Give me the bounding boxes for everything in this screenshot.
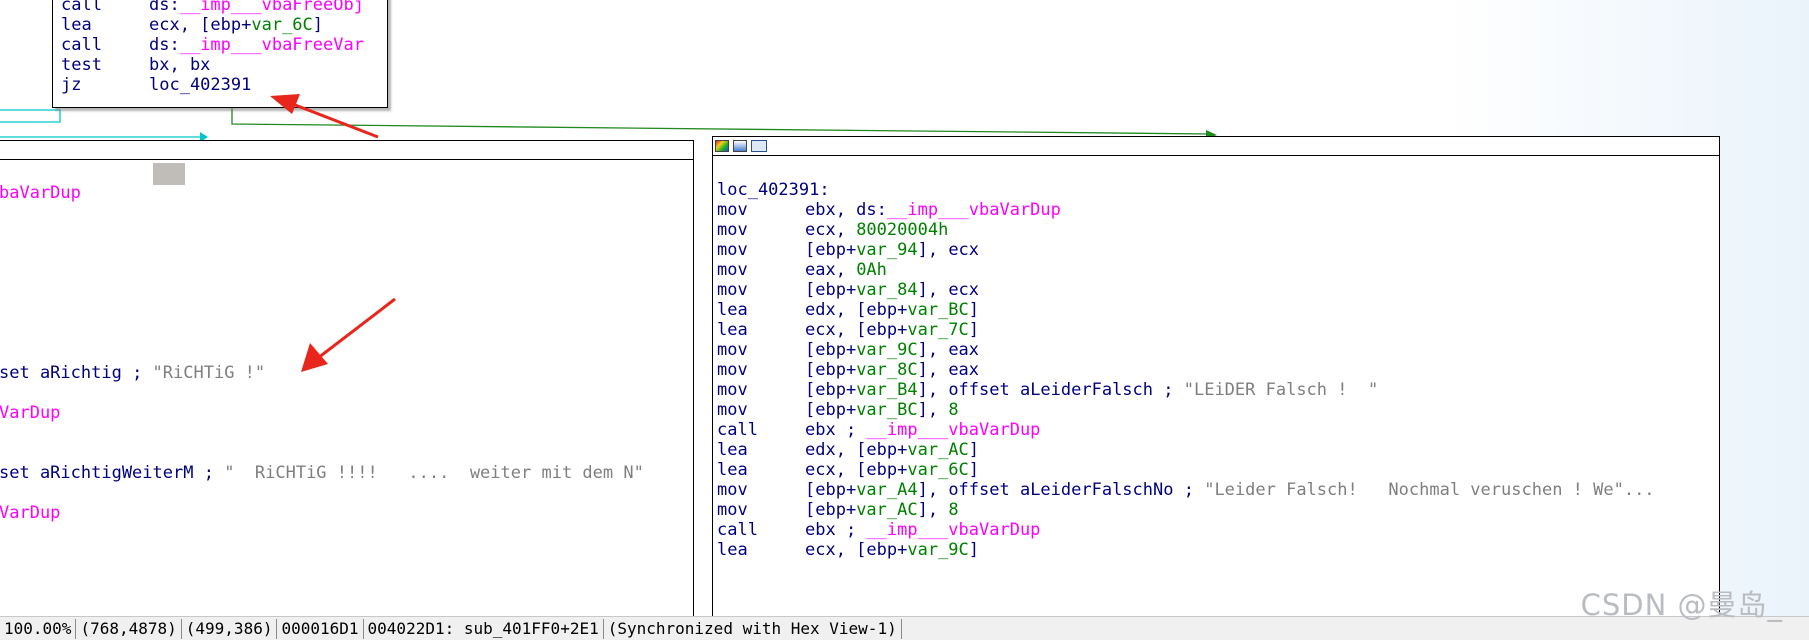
annotation-arrow-2-head — [301, 343, 328, 372]
status-bar: 100.00% (768,4878) (499,386) 000016D1 00… — [0, 616, 1809, 640]
mouse-coordinates: (499,386) — [182, 618, 278, 639]
annotation-arrows — [270, 94, 396, 372]
graph-coordinates: (768,4878) — [76, 618, 182, 639]
watermark: CSDN @曼岛_ — [1580, 588, 1783, 622]
zoom-level: 100.00% — [0, 618, 77, 639]
annotation-arrow-2 — [317, 297, 396, 360]
annotation-arrow-1-head — [270, 94, 300, 114]
current-address: 004022D1: sub_401FF0+2E1 — [364, 618, 604, 639]
file-offset: 000016D1 — [277, 618, 364, 639]
sync-status: (Synchronized with Hex View-1) — [604, 618, 902, 639]
annotation-arrow-1 — [289, 101, 379, 139]
graph-view[interactable]: call ds:__imp___vbaFreeObj lea ecx, [ebp+va… — [0, 0, 1809, 616]
